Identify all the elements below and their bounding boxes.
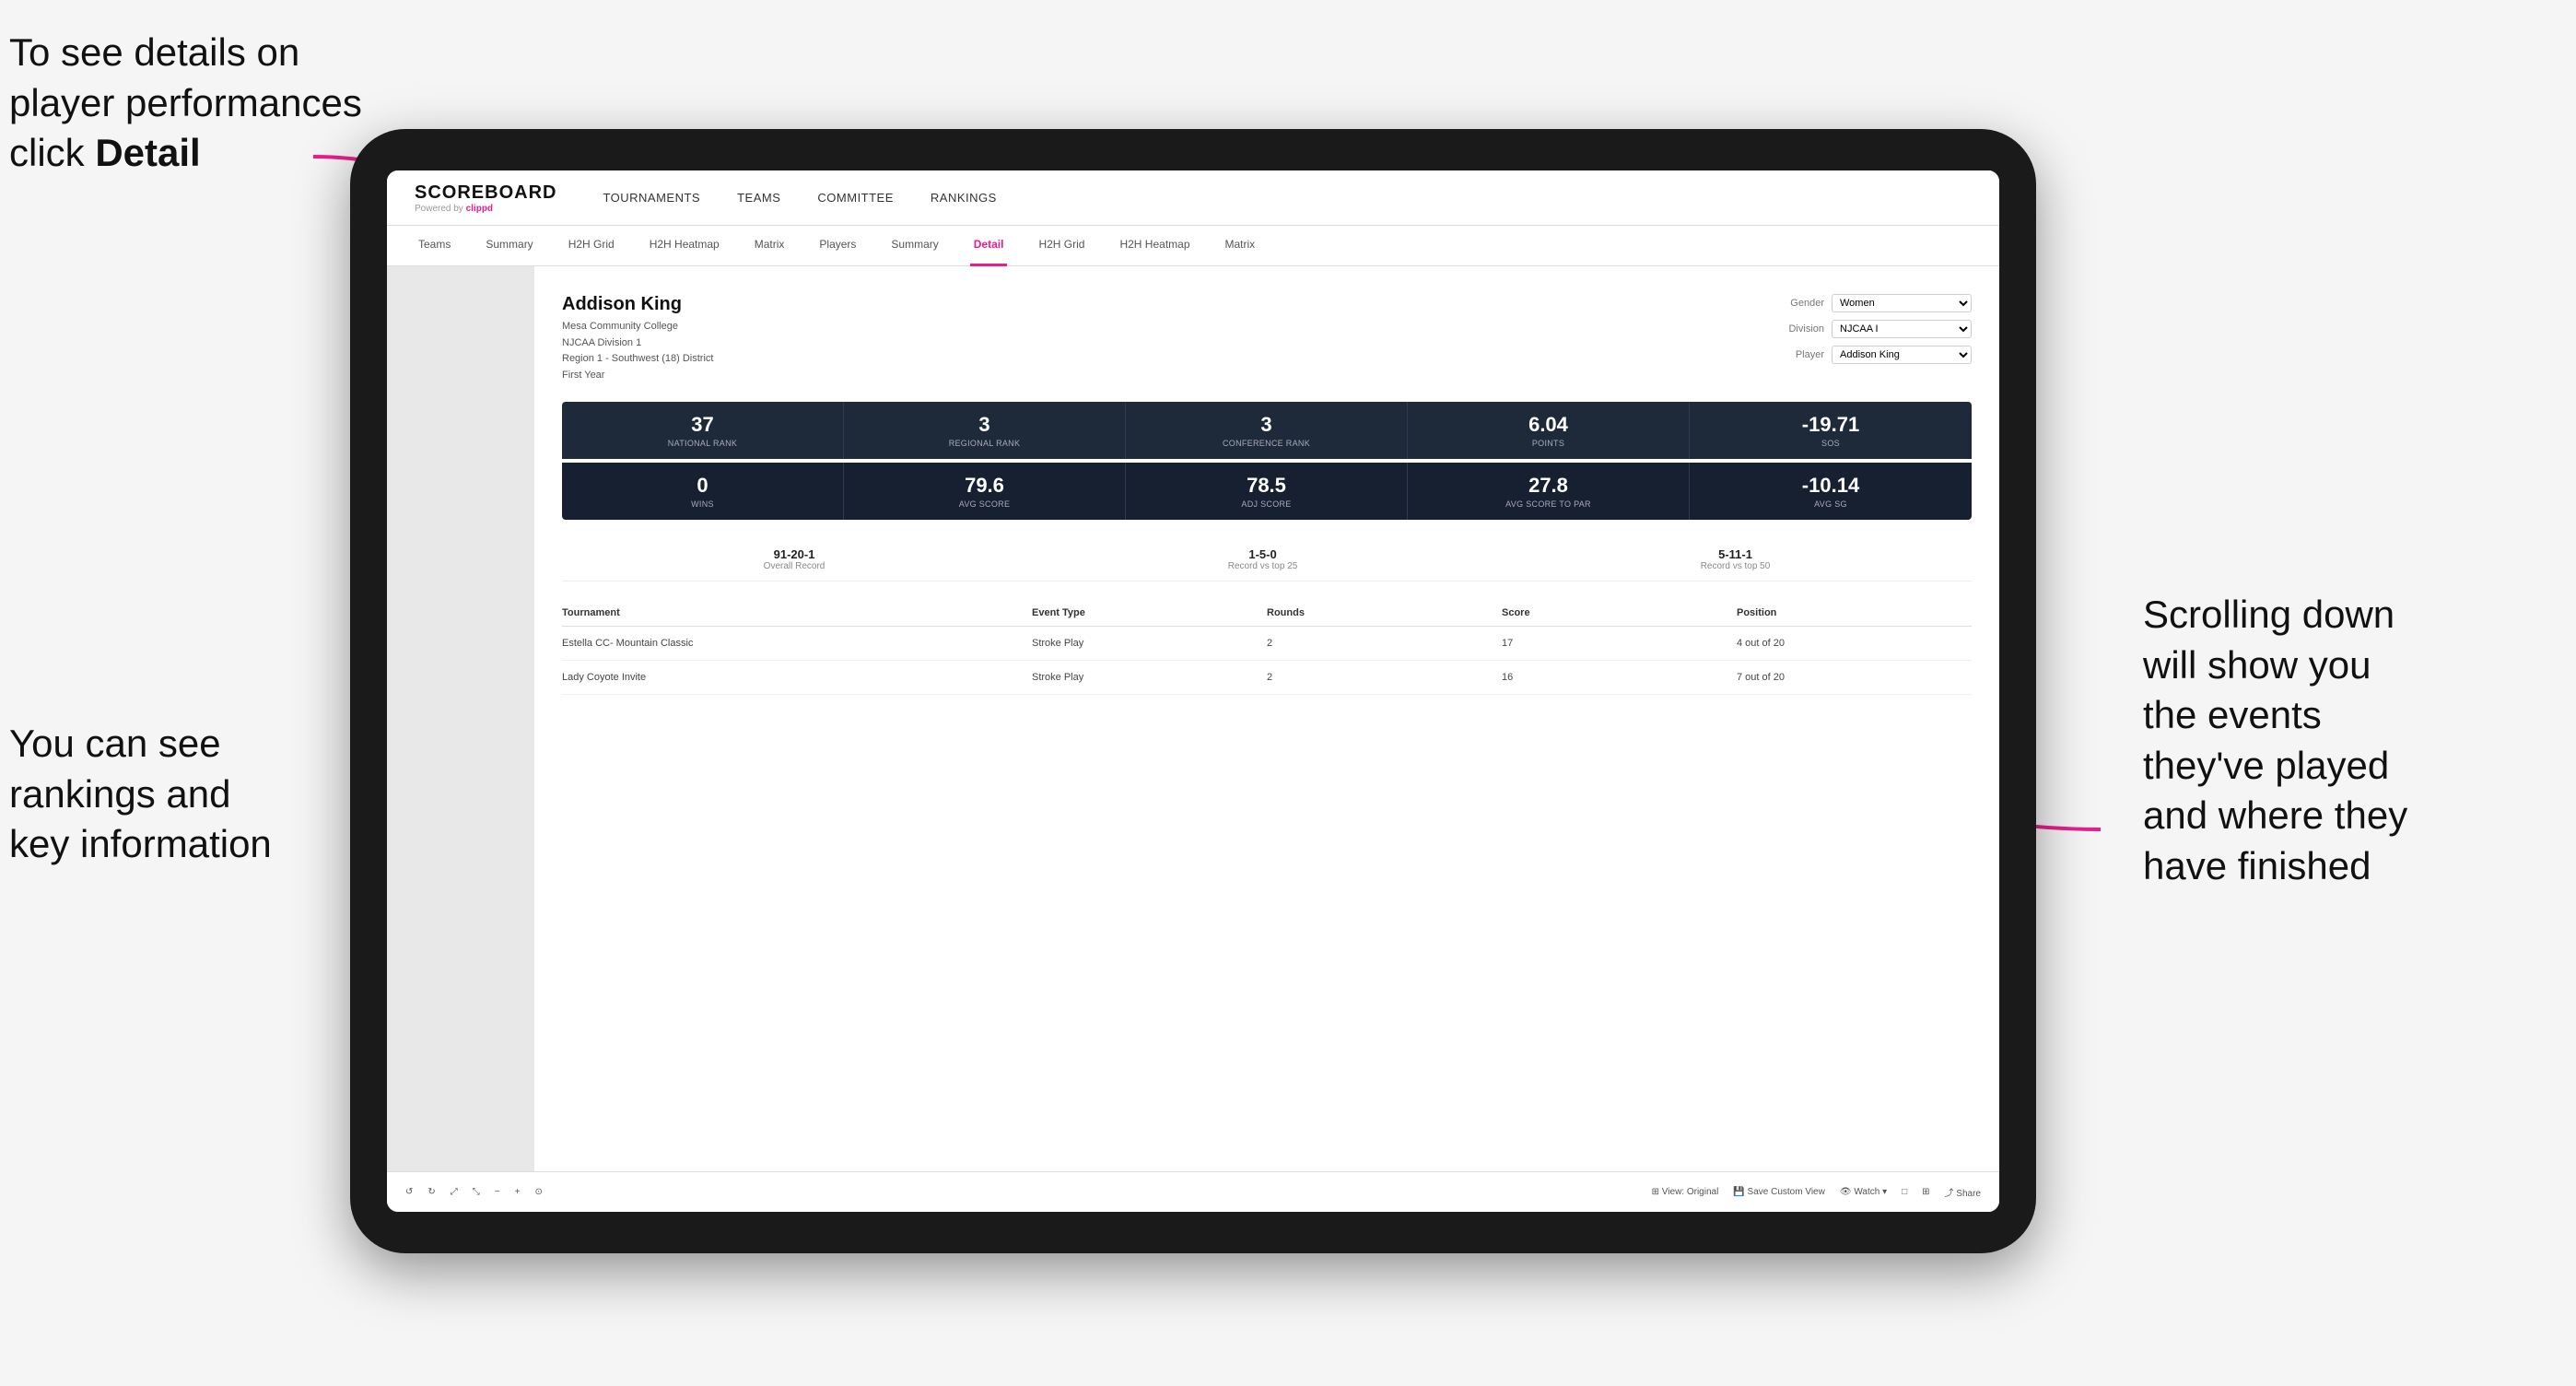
- minus-btn[interactable]: −: [495, 1187, 500, 1197]
- stats-grid-row1: 37National Rank3Regional Rank3Conference…: [562, 402, 1972, 459]
- tab-h2h-grid2[interactable]: H2H Grid: [1035, 226, 1088, 266]
- col-rounds: Rounds: [1267, 607, 1502, 618]
- player-info: Addison King Mesa Community College NJCA…: [562, 294, 713, 383]
- watch-btn[interactable]: 👁 Watch ▾: [1840, 1187, 1887, 1197]
- stat-cell: 3Conference Rank: [1126, 402, 1408, 459]
- record-item: 1-5-0Record vs top 25: [1228, 547, 1298, 571]
- view-original-btn[interactable]: ⊞ View: Original: [1652, 1187, 1719, 1197]
- top-nav: SCOREBOARD Powered by clippd TOURNAMENTS…: [387, 170, 1999, 226]
- player-year: First Year: [562, 370, 604, 381]
- gender-label: Gender: [1769, 298, 1824, 309]
- stat-cell-2: 79.6Avg Score: [844, 463, 1126, 520]
- tab-matrix2[interactable]: Matrix: [1222, 226, 1259, 266]
- stat-cell-2: 78.5Adj Score: [1126, 463, 1408, 520]
- share-btn[interactable]: ⤴ Share: [1945, 1185, 1981, 1199]
- grid-btn[interactable]: ⊞: [1922, 1187, 1929, 1197]
- table-rows: Estella CC- Mountain Classic Stroke Play…: [562, 627, 1972, 695]
- left-panel: [387, 266, 534, 1171]
- tablet-screen: SCOREBOARD Powered by clippd TOURNAMENTS…: [387, 170, 1999, 1212]
- player-controls: Gender Women Division NJCAA I: [1769, 294, 1972, 383]
- tab-matrix[interactable]: Matrix: [751, 226, 789, 266]
- tablet-frame: SCOREBOARD Powered by clippd TOURNAMENTS…: [350, 129, 2036, 1253]
- undo-btn[interactable]: ↺: [405, 1187, 413, 1197]
- main-content: Addison King Mesa Community College NJCA…: [534, 266, 1999, 1171]
- gender-select[interactable]: Women: [1832, 294, 1972, 312]
- stats-grid-row2: 0Wins79.6Avg Score78.5Adj Score27.8Avg S…: [562, 463, 1972, 520]
- table-row: Lady Coyote Invite Stroke Play 2 16 7 ou…: [562, 661, 1972, 695]
- col-tournament: Tournament: [562, 607, 1032, 618]
- stat-cell: -19.71SoS: [1690, 402, 1972, 459]
- col-event-type: Event Type: [1032, 607, 1267, 618]
- tab-h2h-heatmap[interactable]: H2H Heatmap: [646, 226, 723, 266]
- expand-btn[interactable]: ⤢: [451, 1187, 458, 1197]
- records-row: 91-20-1Overall Record 1-5-0Record vs top …: [562, 538, 1972, 581]
- player-college: Mesa Community College: [562, 321, 678, 332]
- tournament-table: Tournament Event Type Rounds Score Posit…: [562, 600, 1972, 695]
- sub-nav: Teams Summary H2H Grid H2H Heatmap Matri…: [387, 226, 1999, 266]
- table-row: Estella CC- Mountain Classic Stroke Play…: [562, 627, 1972, 661]
- tab-teams[interactable]: Teams: [415, 226, 454, 266]
- player-label: Player: [1769, 349, 1824, 360]
- scoreboard-logo: SCOREBOARD Powered by clippd: [415, 182, 556, 214]
- tab-summary[interactable]: Summary: [482, 226, 536, 266]
- powered-by: Powered by clippd: [415, 204, 556, 214]
- division-label: Division: [1769, 323, 1824, 335]
- tab-detail[interactable]: Detail: [970, 226, 1008, 266]
- stat-cell: 6.04Points: [1408, 402, 1690, 459]
- stat-cell-2: -10.14Avg SG: [1690, 463, 1972, 520]
- player-region: Region 1 - Southwest (18) District: [562, 353, 713, 364]
- refresh-btn[interactable]: ⊙: [534, 1187, 542, 1197]
- division-control: Division NJCAA I: [1769, 320, 1972, 338]
- screen-btn[interactable]: □: [1902, 1187, 1907, 1197]
- player-header: Addison King Mesa Community College NJCA…: [562, 294, 1972, 383]
- division-select[interactable]: NJCAA I: [1832, 320, 1972, 338]
- col-score: Score: [1502, 607, 1737, 618]
- player-name: Addison King: [562, 294, 713, 315]
- bottom-toolbar: ↺ ↻ ⤢ ⤡ − + ⊙ ⊞ View: Original 💾 Save Cu…: [387, 1171, 1999, 1212]
- redo-btn[interactable]: ↻: [427, 1187, 435, 1197]
- logo-text: SCOREBOARD: [415, 182, 556, 204]
- col-position: Position: [1737, 607, 1972, 618]
- record-item: 5-11-1Record vs top 50: [1701, 547, 1771, 571]
- save-custom-view-btn[interactable]: 💾 Save Custom View: [1733, 1187, 1825, 1197]
- player-select[interactable]: Addison King: [1832, 346, 1972, 364]
- stat-cell-2: 27.8Avg Score to Par: [1408, 463, 1690, 520]
- plus-btn[interactable]: +: [515, 1187, 521, 1197]
- nav-committee[interactable]: COMMITTEE: [817, 191, 894, 205]
- tab-h2h-grid[interactable]: H2H Grid: [565, 226, 618, 266]
- tab-players[interactable]: Players: [815, 226, 860, 266]
- stat-cell: 3Regional Rank: [844, 402, 1126, 459]
- stat-cell: 37National Rank: [562, 402, 844, 459]
- gender-control: Gender Women: [1769, 294, 1972, 312]
- nav-rankings[interactable]: RANKINGS: [931, 191, 997, 205]
- tab-h2h-heatmap2[interactable]: H2H Heatmap: [1116, 226, 1193, 266]
- tab-summary2[interactable]: Summary: [887, 226, 942, 266]
- record-item: 91-20-1Overall Record: [764, 547, 825, 571]
- collapse-btn[interactable]: ⤡: [473, 1187, 480, 1197]
- main-nav[interactable]: TOURNAMENTS TEAMS COMMITTEE RANKINGS: [603, 191, 996, 205]
- table-header: Tournament Event Type Rounds Score Posit…: [562, 600, 1972, 627]
- nav-tournaments[interactable]: TOURNAMENTS: [603, 191, 700, 205]
- stat-cell-2: 0Wins: [562, 463, 844, 520]
- annotation-bottom-left: You can see rankings and key information: [9, 719, 359, 870]
- annotation-right: Scrolling down will show you the events …: [2143, 590, 2548, 892]
- annotation-top-left: To see details on player performances cl…: [9, 28, 378, 179]
- player-division: NJCAA Division 1: [562, 337, 641, 348]
- content-area: Addison King Mesa Community College NJCA…: [387, 266, 1999, 1171]
- player-control: Player Addison King: [1769, 346, 1972, 364]
- nav-teams[interactable]: TEAMS: [737, 191, 780, 205]
